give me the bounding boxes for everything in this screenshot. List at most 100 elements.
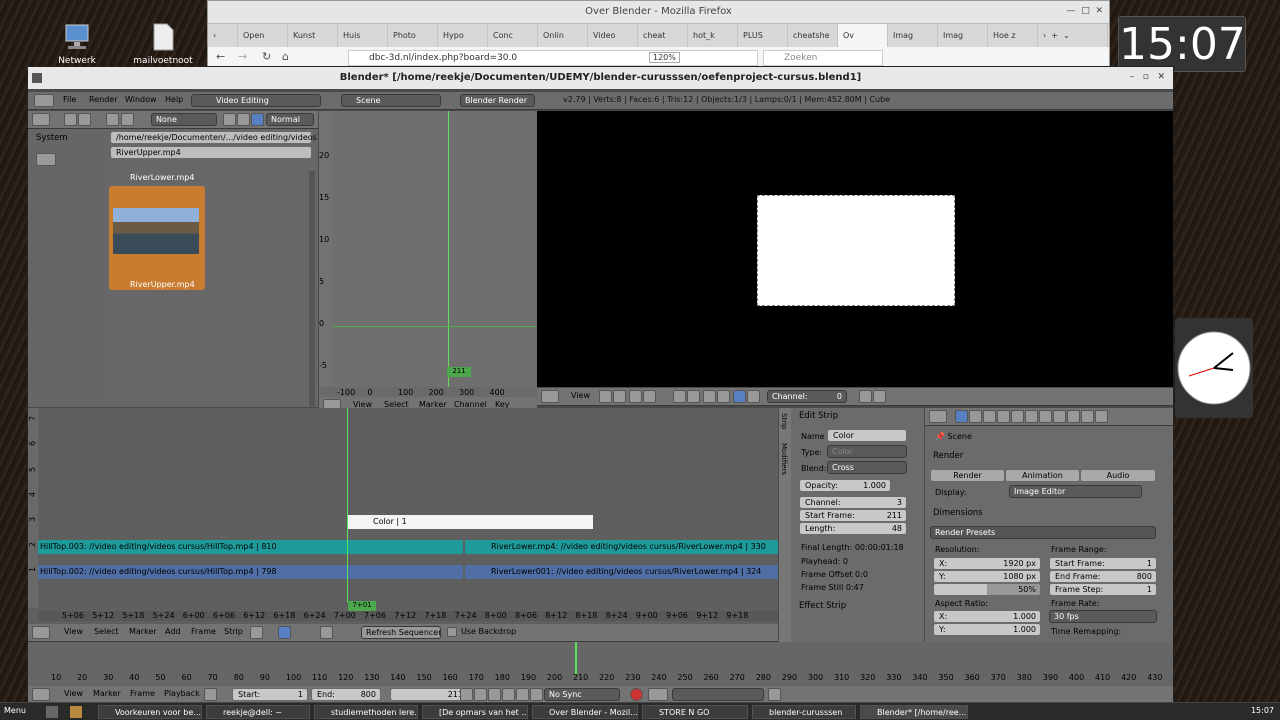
start-menu[interactable]: Menu	[4, 706, 26, 715]
aspect-x-field[interactable]: X: 1.000	[933, 610, 1041, 623]
play-reverse-icon[interactable]	[488, 688, 501, 701]
pin-icon[interactable]: 📌	[935, 432, 945, 441]
channel-icon[interactable]	[320, 626, 333, 639]
menu-marker[interactable]: Marker	[93, 689, 121, 698]
editor-type-icon[interactable]	[34, 94, 54, 107]
editor-type-icon[interactable]	[929, 410, 947, 423]
back-icon[interactable]: ←	[216, 50, 225, 63]
editor-type-icon[interactable]	[32, 113, 50, 126]
refresh-sequencer-button[interactable]: Refresh Sequencer	[361, 626, 441, 639]
tab[interactable]: Open	[238, 24, 288, 48]
tab[interactable]: Hoe z	[988, 24, 1038, 48]
task-item[interactable]: Voorkeuren voor be...	[98, 705, 202, 719]
drive-icon[interactable]	[36, 153, 56, 166]
render-tab-icon[interactable]	[955, 410, 968, 423]
channel-g-icon[interactable]	[643, 390, 656, 403]
effect-strip-header[interactable]: Effect Strip	[799, 601, 846, 611]
backdrop-checkbox[interactable]	[447, 627, 457, 637]
tab[interactable]: Hypo	[438, 24, 488, 48]
tab-strip[interactable]: Strip	[780, 413, 788, 429]
preview-range-icon[interactable]	[204, 688, 217, 701]
engine-select[interactable]: Blender Render	[460, 94, 535, 107]
channel-field[interactable]: Channel: 0	[767, 390, 847, 403]
task-item[interactable]: blender-curusssen	[752, 705, 856, 719]
tab[interactable]: Huis	[338, 24, 388, 48]
scene-tab-icon[interactable]	[983, 410, 996, 423]
view-sequencer-icon[interactable]	[250, 626, 263, 639]
thumbnail-label[interactable]: RiverLower.mp4	[130, 173, 194, 182]
tab-active[interactable]: Ov	[838, 24, 888, 48]
frame-step-field[interactable]: Frame Step: 1	[1049, 583, 1157, 596]
back-arrow-icon[interactable]	[64, 113, 77, 126]
editor-type-icon[interactable]	[32, 626, 50, 639]
start-frame-field[interactable]: Start Frame: 1	[1049, 557, 1157, 570]
editor-type-icon[interactable]	[32, 688, 50, 701]
current-frame-field[interactable]: 211	[390, 688, 468, 701]
framerate-select[interactable]: 30 fps	[1049, 610, 1157, 623]
channel-r-icon[interactable]	[629, 390, 642, 403]
task-item[interactable]: [De opmars van het ...	[422, 705, 528, 719]
blend-mode-select[interactable]: Normal	[266, 113, 314, 126]
object-tab-icon[interactable]	[1011, 410, 1024, 423]
tab[interactable]: Conc	[488, 24, 538, 48]
tab[interactable]: PLUS	[738, 24, 788, 48]
menu-frame[interactable]: Frame	[130, 689, 155, 698]
editor-type-icon[interactable]	[541, 390, 559, 403]
keying-set-field[interactable]	[672, 688, 764, 701]
window-controls[interactable]: — □ ✕	[1067, 6, 1104, 16]
sort-select[interactable]: None	[151, 113, 217, 126]
strip-riverlower[interactable]: RiverLower.mp4: //video editing/videos c…	[465, 540, 778, 554]
menu-playback[interactable]: Playback	[164, 689, 200, 698]
audio-button[interactable]: Audio	[1080, 469, 1156, 482]
task-item[interactable]: Over Blender - Mozil...	[532, 705, 638, 719]
display-mode-icon[interactable]	[613, 390, 626, 403]
prev-key-icon[interactable]	[474, 688, 487, 701]
jump-start-icon[interactable]	[460, 688, 473, 701]
menu-render[interactable]: Render	[89, 95, 117, 104]
tab[interactable]: Imag	[888, 24, 938, 48]
animation-button[interactable]: Animation	[1005, 469, 1080, 482]
length-field[interactable]: Length: 48	[799, 522, 907, 535]
end-field[interactable]: End: 800	[311, 688, 381, 701]
refresh-icon[interactable]	[106, 113, 119, 126]
display-select[interactable]: Image Editor	[1009, 485, 1142, 498]
scrollbar[interactable]	[309, 171, 315, 406]
menu-strip[interactable]: Strip	[224, 627, 243, 636]
desktop-icon[interactable]	[46, 706, 58, 718]
folder-icon[interactable]	[70, 706, 82, 718]
start-field[interactable]: Start: 1	[232, 688, 308, 701]
zoom-icon[interactable]	[703, 390, 716, 403]
res-x-field[interactable]: X: 1920 px	[933, 557, 1041, 570]
display-thumbs-icon[interactable]	[251, 113, 264, 126]
constraints-tab-icon[interactable]	[1025, 410, 1038, 423]
display-details-icon[interactable]	[237, 113, 250, 126]
frame-indicator[interactable]: 211	[447, 367, 471, 377]
menu-add[interactable]: Add	[165, 627, 181, 636]
safe-area-icon[interactable]	[717, 390, 730, 403]
dimensions-section[interactable]: Dimensions	[933, 508, 983, 518]
res-percent-field[interactable]: 50%	[933, 583, 1041, 596]
insert-key-icon[interactable]	[768, 688, 781, 701]
filename-field[interactable]: RiverUpper.mp4	[110, 146, 312, 159]
render-anim-icon[interactable]	[873, 390, 886, 403]
overlay-icon[interactable]	[687, 390, 700, 403]
strip-riverlower001[interactable]: RiverLower001: //video editing/videos cu…	[465, 565, 778, 579]
tab[interactable]: hot_k	[688, 24, 738, 48]
scene-select[interactable]: Scene	[341, 94, 441, 107]
task-item[interactable]: studiemethoden lere...	[314, 705, 418, 719]
tab[interactable]: Video	[588, 24, 638, 48]
play-icon[interactable]	[502, 688, 515, 701]
tab[interactable]: cheatshe	[788, 24, 838, 48]
physics-tab-icon[interactable]	[1095, 410, 1108, 423]
menu-view[interactable]: View	[571, 391, 590, 400]
aspect-y-field[interactable]: Y: 1.000	[933, 623, 1041, 636]
new-folder-icon[interactable]	[121, 113, 134, 126]
forward-arrow-icon[interactable]	[78, 113, 91, 126]
render-section[interactable]: Render	[933, 451, 963, 461]
gpu-icon[interactable]	[747, 390, 760, 403]
render-button[interactable]: Render	[930, 469, 1005, 482]
keying-icon[interactable]	[648, 688, 668, 701]
edit-strip-header[interactable]: Edit Strip	[799, 411, 838, 421]
channel-field[interactable]: Channel: 3	[799, 496, 907, 509]
world-tab-icon[interactable]	[997, 410, 1010, 423]
